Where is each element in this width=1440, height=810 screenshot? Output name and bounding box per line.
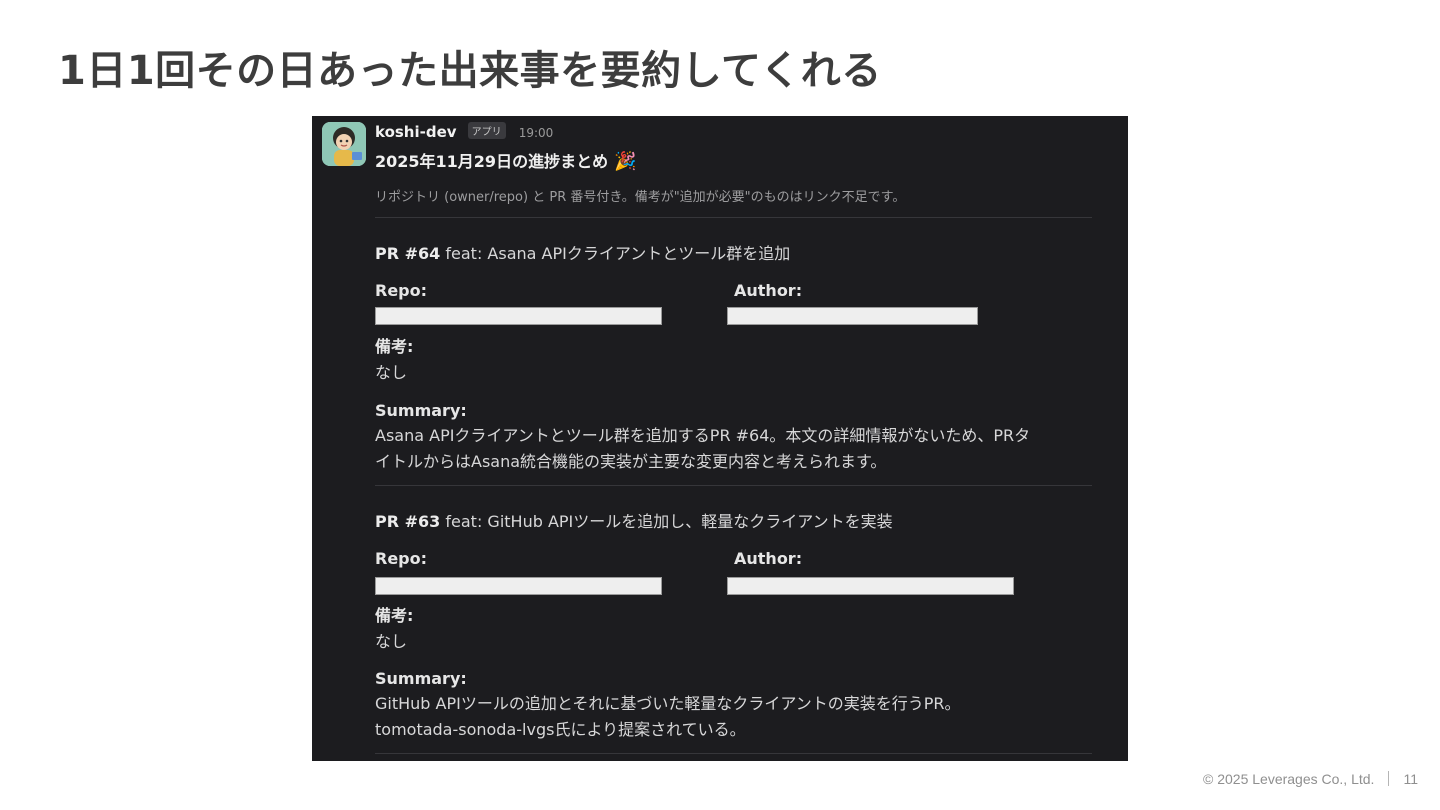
- redacted-author-value: [727, 577, 1014, 595]
- message-header: koshi-dev アプリ 19:00: [375, 122, 553, 141]
- avatar-illustration: [322, 122, 366, 166]
- copyright-text: © 2025 Leverages Co., Ltd.: [1203, 771, 1375, 787]
- divider: [375, 485, 1092, 486]
- pr-title-text: feat: GitHub APIツールを追加し、軽量なクライアントを実装: [445, 512, 893, 531]
- notes-label: 備考:: [375, 337, 414, 356]
- page-number: 11: [1403, 771, 1418, 787]
- slide-footer: © 2025 Leverages Co., Ltd. 11: [1203, 771, 1418, 787]
- pr-title: PR #63 feat: GitHub APIツールを追加し、軽量なクライアント…: [375, 508, 893, 532]
- bot-avatar[interactable]: [322, 122, 366, 166]
- notes-value: なし: [375, 632, 408, 651]
- author-label: Author:: [734, 549, 803, 568]
- pr-number: PR #63: [375, 512, 441, 531]
- redacted-repo-value: [375, 307, 662, 325]
- summary-line: イトルからはAsana統合機能の実装が主要な変更内容と考えられます。: [375, 452, 887, 471]
- sender-name[interactable]: koshi-dev: [375, 123, 457, 141]
- redacted-repo-value: [375, 577, 662, 595]
- message-title: 2025年11月29日の進捗まとめ 🎉: [375, 148, 637, 172]
- summary-text: GitHub APIツールの追加とそれに基づいた軽量なクライアントの実装を行うP…: [375, 691, 1095, 743]
- footer-separator: [1388, 771, 1390, 786]
- message-title-text: 2025年11月29日の進捗まとめ: [375, 152, 609, 171]
- repo-label: Repo:: [375, 281, 428, 300]
- party-popper-icon: 🎉: [614, 151, 637, 172]
- divider: [375, 217, 1092, 218]
- message-timestamp[interactable]: 19:00: [519, 126, 554, 140]
- pr-title-text: feat: Asana APIクライアントとツール群を追加: [445, 244, 791, 263]
- divider: [375, 753, 1092, 754]
- redacted-author-value: [727, 307, 978, 325]
- author-label: Author:: [734, 281, 803, 300]
- slide-title: 1日1回その日あった出来事を要約してくれる: [58, 48, 882, 94]
- summary-line: tomotada-sonoda-lvgs氏により提案されている。: [375, 720, 746, 739]
- app-badge: アプリ: [467, 122, 506, 139]
- summary-line: GitHub APIツールの追加とそれに基づいた軽量なクライアントの実装を行うP…: [375, 694, 961, 713]
- repo-label: Repo:: [375, 549, 428, 568]
- slack-message-screenshot: koshi-dev アプリ 19:00 2025年11月29日の進捗まとめ 🎉 リ…: [312, 116, 1128, 761]
- pr-number: PR #64: [375, 244, 441, 263]
- summary-line: Asana APIクライアントとツール群を追加するPR #64。本文の詳細情報が…: [375, 426, 1031, 445]
- notes-label: 備考:: [375, 606, 414, 625]
- summary-label: Summary:: [375, 669, 467, 688]
- summary-text: Asana APIクライアントとツール群を追加するPR #64。本文の詳細情報が…: [375, 423, 1095, 475]
- pr-title: PR #64 feat: Asana APIクライアントとツール群を追加: [375, 240, 790, 264]
- summary-label: Summary:: [375, 401, 467, 420]
- context-note: リポジトリ (owner/repo) と PR 番号付き。備考が"追加が必要"の…: [375, 190, 906, 205]
- notes-value: なし: [375, 363, 408, 382]
